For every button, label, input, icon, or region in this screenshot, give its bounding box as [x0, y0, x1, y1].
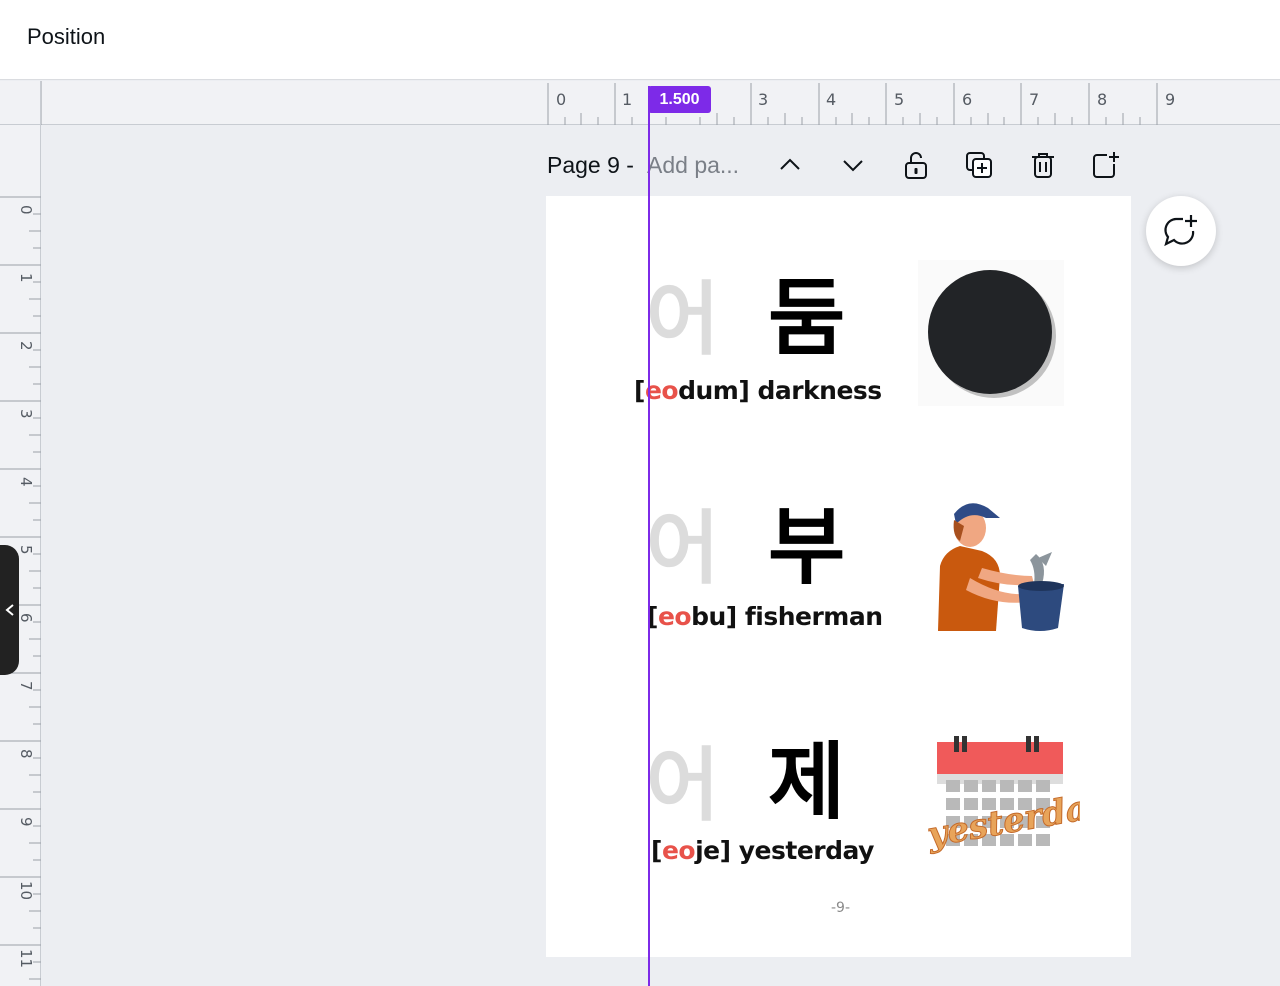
move-page-down-button[interactable] — [834, 146, 872, 184]
ruler-h-label: 1 — [622, 90, 632, 109]
move-page-up-button[interactable] — [771, 146, 809, 184]
caption-highlight: eo — [661, 836, 696, 865]
add-page-icon — [1093, 152, 1119, 178]
lock-page-button[interactable] — [897, 146, 935, 184]
ruler-h-label: 6 — [962, 90, 972, 109]
duplicate-icon — [966, 152, 992, 178]
ruler-v-label: 4 — [17, 477, 35, 487]
ruler-h-label: 5 — [894, 90, 904, 109]
chevron-left-icon — [4, 604, 14, 616]
add-comment-button[interactable] — [1146, 196, 1216, 266]
ruler-corner — [0, 81, 41, 125]
caption-highlight: eo — [657, 602, 692, 631]
ruler-v-label: 3 — [17, 409, 35, 419]
chevron-up-icon — [780, 158, 800, 170]
hangul-syllable[interactable]: 부 — [768, 505, 845, 589]
ghost-vowel[interactable]: 어 — [646, 746, 720, 826]
ruler-v-label: 5 — [17, 545, 35, 555]
collapse-panel-button[interactable] — [0, 545, 19, 675]
page-title-input[interactable]: Add pa... — [647, 152, 757, 179]
hangul-syllable[interactable]: 둠 — [768, 276, 845, 360]
ruler-v-label: 11 — [17, 949, 35, 968]
ruler-v-label: 2 — [17, 341, 35, 351]
ruler-h-label: 7 — [1029, 90, 1039, 109]
delete-page-button[interactable] — [1024, 146, 1062, 184]
hangul-syllable[interactable]: 제 — [768, 740, 845, 824]
add-page-button[interactable] — [1087, 146, 1125, 184]
ruler-h-label: 4 — [826, 90, 836, 109]
ruler-v-label: 0 — [17, 205, 35, 215]
ruler-v-label: 6 — [17, 613, 35, 623]
ruler-v-label: 1 — [17, 273, 35, 283]
caption-text: bu] fisherman — [691, 602, 883, 631]
ruler-h-label: 8 — [1097, 90, 1107, 109]
panel-title: Position — [27, 24, 106, 49]
position-guide-value: 1.500 — [648, 86, 711, 113]
ruler-v-label: 9 — [17, 817, 35, 827]
caption-bracket: [ — [634, 376, 645, 405]
ruler-v-label: 10 — [17, 881, 35, 900]
horizontal-ruler[interactable]: 0 1 3 4 5 6 7 8 9 — [0, 81, 1280, 125]
ruler-h-label: 3 — [758, 90, 768, 109]
page-label: Page 9 - — [547, 152, 634, 178]
calendar-yesterday-image[interactable]: yesterday — [922, 734, 1080, 856]
page-number: -9- — [831, 900, 851, 916]
caption-text: dum] darkness — [678, 376, 882, 405]
ghost-vowel[interactable]: 어 — [646, 280, 720, 360]
caption-bracket: [ — [651, 836, 662, 865]
add-comment-icon — [1164, 215, 1197, 247]
unlock-icon — [905, 152, 927, 179]
ruler-h-label: 9 — [1165, 90, 1175, 109]
fisherman-image[interactable] — [930, 496, 1070, 636]
ruler-v-label: 7 — [17, 681, 35, 691]
word-caption[interactable]: [eodum] darkness — [634, 376, 882, 405]
darkness-image[interactable] — [918, 260, 1064, 406]
page-header: Page 9 - Add pa... — [547, 144, 1137, 186]
word-caption[interactable]: [eobu] fisherman — [647, 602, 883, 631]
horizontal-ruler-ticks: 0 1 3 4 5 6 7 8 9 — [40, 81, 1175, 125]
word-caption[interactable]: [eoje] yesterday — [651, 836, 874, 865]
trash-icon — [1032, 153, 1054, 178]
design-page[interactable]: 어 둠 [eodum] darkness 어 부 [eobu] fisherma… — [546, 196, 1131, 957]
position-guide-line[interactable] — [648, 86, 650, 986]
ruler-h-label: 0 — [556, 90, 566, 109]
ruler-v-label: 8 — [17, 749, 35, 759]
caption-text: je] yesterday — [695, 836, 874, 865]
ghost-vowel[interactable]: 어 — [646, 509, 720, 589]
chevron-down-icon — [843, 160, 863, 172]
duplicate-page-button[interactable] — [960, 146, 998, 184]
top-bar: Position — [0, 0, 1280, 80]
